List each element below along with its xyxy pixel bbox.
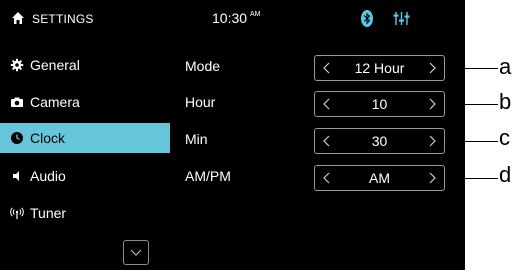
callout-b: b: [499, 89, 512, 114]
ampm-value: AM: [369, 170, 390, 186]
settings-title: SETTINGS: [32, 12, 94, 26]
chevron-left-icon[interactable]: [317, 92, 337, 116]
ampm-label: AM/PM: [185, 168, 231, 184]
status-time: 10:30: [212, 10, 248, 26]
speaker-icon: [13, 171, 19, 181]
status-bar: SETTINGS 10:30 AM: [0, 0, 465, 38]
sidebar-item-clock[interactable]: Clock: [0, 123, 170, 153]
min-value: 30: [371, 133, 388, 149]
callout-a: a: [499, 54, 512, 79]
mode-label: Mode: [185, 58, 221, 74]
equalizer-icon[interactable]: [393, 11, 410, 26]
callout-line-c: [446, 141, 498, 142]
chevron-left-icon[interactable]: [317, 56, 337, 80]
mode-stepper[interactable]: 12 Hour: [314, 55, 445, 81]
bluetooth-icon: [361, 10, 373, 27]
antenna-icon: [10, 207, 24, 219]
ampm-stepper[interactable]: AM: [314, 165, 445, 191]
hour-stepper[interactable]: 10: [314, 91, 445, 117]
chevron-left-icon[interactable]: [317, 129, 337, 153]
sidebar-item-label: Clock: [30, 130, 66, 146]
callout-d: d: [499, 162, 512, 187]
scroll-down-button[interactable]: [123, 240, 149, 265]
chevron-right-icon[interactable]: [422, 166, 442, 190]
sidebar-item-label: Tuner: [30, 205, 67, 221]
chevron-down-icon: [130, 249, 142, 256]
sidebar-item-label: Camera: [30, 94, 80, 110]
sidebar-item-tuner[interactable]: Tuner: [0, 198, 170, 228]
sidebar-item-audio[interactable]: Audio: [0, 161, 170, 191]
clock-icon: [11, 132, 23, 144]
chevron-right-icon[interactable]: [422, 56, 442, 80]
hour-label: Hour: [185, 94, 216, 110]
settings-screen: SETTINGS 10:30 AM General Camera Clock A…: [0, 0, 465, 270]
callout-line-b: [446, 104, 498, 105]
chevron-right-icon[interactable]: [422, 92, 442, 116]
home-icon[interactable]: [11, 11, 25, 25]
sidebar-item-label: Audio: [30, 168, 66, 184]
sidebar-item-camera[interactable]: Camera: [0, 87, 170, 117]
gear-icon: [10, 58, 24, 72]
min-stepper[interactable]: 30: [314, 128, 445, 154]
sidebar-item-general[interactable]: General: [0, 50, 170, 80]
mode-value: 12 Hour: [354, 60, 405, 76]
callout-line-a: [446, 68, 498, 69]
chevron-left-icon[interactable]: [317, 166, 337, 190]
status-ampm: AM: [250, 11, 261, 18]
camera-icon: [11, 97, 23, 107]
min-label: Min: [185, 131, 208, 147]
hour-value: 10: [371, 96, 388, 112]
callout-c: c: [499, 125, 510, 150]
callout-line-d: [446, 178, 498, 179]
chevron-right-icon[interactable]: [422, 129, 442, 153]
sidebar-item-label: General: [30, 57, 80, 73]
